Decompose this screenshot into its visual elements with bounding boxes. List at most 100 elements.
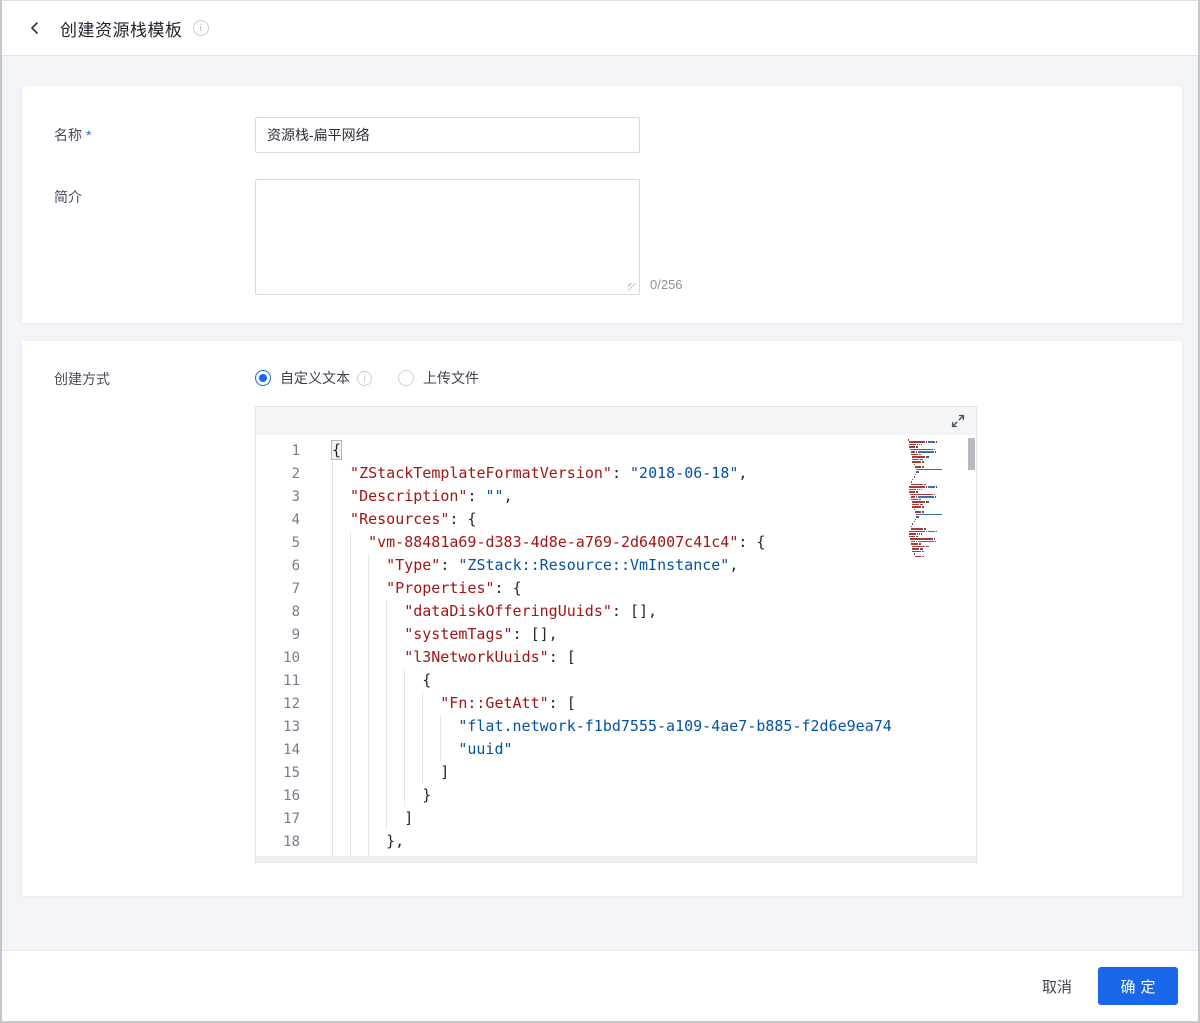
minimap-row: [908, 491, 966, 493]
expand-icon[interactable]: [950, 413, 966, 429]
code-token: },: [386, 832, 405, 850]
minimap-row: [908, 466, 966, 468]
indent-guide: [332, 554, 350, 577]
radio-custom-text[interactable]: 自定义文本: [255, 368, 350, 388]
minimap-row: [908, 481, 966, 483]
indent-guide: [332, 623, 350, 646]
code-token: ,: [503, 487, 513, 505]
indent-guide: [404, 784, 422, 807]
code-line: 13 "flat.network-f1bd7555-a109-4ae7-b885-…: [256, 715, 976, 738]
minimap-row: [908, 533, 966, 535]
name-label: 名称 *: [54, 125, 91, 145]
radio-upload-file-label: 上传文件: [423, 370, 479, 386]
minimap-row: [908, 439, 966, 441]
ok-button[interactable]: 确定: [1098, 967, 1178, 1005]
minimap-row: [908, 550, 966, 553]
indent-guide: [386, 738, 404, 761]
code-token: "flat.network-f1bd7555-a109-4ae7-b885-f2…: [458, 717, 892, 735]
description-label: 简介: [54, 189, 82, 205]
minimap-row: [908, 468, 966, 471]
minimap-row: [908, 496, 966, 498]
code-line: 5 "vm-88481a69-d383-4d8e-a769-2d64007c41c…: [256, 531, 976, 554]
indent-guide: [350, 600, 368, 623]
char-counter: 0/256: [650, 277, 683, 292]
indent-guide: [422, 715, 440, 738]
indent-guide: [368, 738, 386, 761]
minimap-row: [908, 446, 966, 448]
minimap-row: [908, 498, 966, 501]
minimap-row: [908, 553, 966, 555]
radio-custom-text-label: 自定义文本: [280, 370, 350, 386]
indent-guide: [386, 669, 404, 692]
indent-guide: [368, 577, 386, 600]
code-token: :: [611, 464, 631, 482]
minimap-row: [908, 511, 966, 513]
indent-guide: [332, 784, 350, 807]
code-token: : [],: [512, 625, 558, 643]
name-input[interactable]: [255, 117, 640, 153]
minimap-row: [908, 523, 966, 525]
indent-guide: [332, 715, 350, 738]
minimap-row: [908, 543, 966, 545]
code-line: 15]: [256, 761, 976, 784]
indent-guide: [350, 738, 368, 761]
footer-bar: 取消 确定: [2, 950, 1198, 1021]
code-line: 1{: [256, 439, 976, 462]
code-line: 18},: [256, 830, 976, 853]
code-token: ,: [729, 556, 739, 574]
cancel-button[interactable]: 取消: [1042, 976, 1072, 997]
line-number: 10: [283, 650, 300, 666]
minimap-row: [908, 516, 966, 518]
line-number: 11: [283, 673, 300, 689]
code-token: "Fn::GetAtt": [440, 694, 549, 712]
indent-guide: [332, 807, 350, 830]
indent-guide: [350, 623, 368, 646]
editor-vscrollbar-thumb[interactable]: [968, 438, 975, 470]
editor-toolbar: [256, 407, 976, 435]
code-token: : {: [449, 510, 477, 528]
editor-hscrollbar[interactable]: [256, 856, 976, 862]
indent-guide: [350, 554, 368, 577]
code-editor[interactable]: 1{2 "ZStackTemplateFormatVersion": "2018-…: [256, 435, 976, 862]
line-number: 1: [291, 443, 300, 459]
minimap-row: [908, 548, 966, 550]
indent-guide: [368, 715, 386, 738]
indent-guide: [422, 692, 440, 715]
indent-guide: [332, 692, 350, 715]
code-editor-panel: 1{2 "ZStackTemplateFormatVersion": "2018-…: [255, 406, 977, 863]
indent-guide: [332, 738, 350, 761]
minimap-row: [908, 540, 966, 543]
indent-guide: [368, 554, 386, 577]
title-info-icon[interactable]: i: [192, 20, 209, 36]
line-number: 12: [283, 696, 300, 712]
minimap-row: [908, 528, 966, 530]
radio-upload-file[interactable]: 上传文件: [398, 368, 479, 388]
indent-guide: [368, 830, 386, 853]
description-textarea[interactable]: [255, 179, 640, 295]
indent-guide: [368, 600, 386, 623]
back-icon[interactable]: [28, 19, 46, 37]
minimap-row: [908, 538, 966, 540]
minimap-row: [908, 458, 966, 461]
indent-guide: [422, 761, 440, 784]
code-line: 12 "Fn::GetAtt": [: [256, 692, 976, 715]
indent-guide: [332, 761, 350, 784]
code-token: "Type": [386, 556, 441, 574]
minimap-row: [908, 513, 966, 516]
code-token: ]: [404, 809, 414, 827]
required-asterisk: *: [86, 127, 92, 143]
indent-guide: [404, 738, 422, 761]
indent-guide: [386, 715, 404, 738]
minimap-row: [908, 478, 966, 481]
editor-minimap[interactable]: [908, 439, 966, 558]
minimap-row: [908, 471, 966, 473]
minimap-row: [908, 451, 966, 453]
indent-guide: [440, 738, 458, 761]
indent-guide: [350, 830, 368, 853]
indent-guide: [386, 646, 404, 669]
card-basic-info: 名称* 简介 0/256: [22, 86, 1182, 323]
code-line: 10 "l3NetworkUuids": [: [256, 646, 976, 669]
custom-text-info-icon[interactable]: i: [357, 370, 372, 386]
page-title: 创建资源栈模板: [60, 20, 183, 40]
code-token: {: [422, 671, 432, 689]
